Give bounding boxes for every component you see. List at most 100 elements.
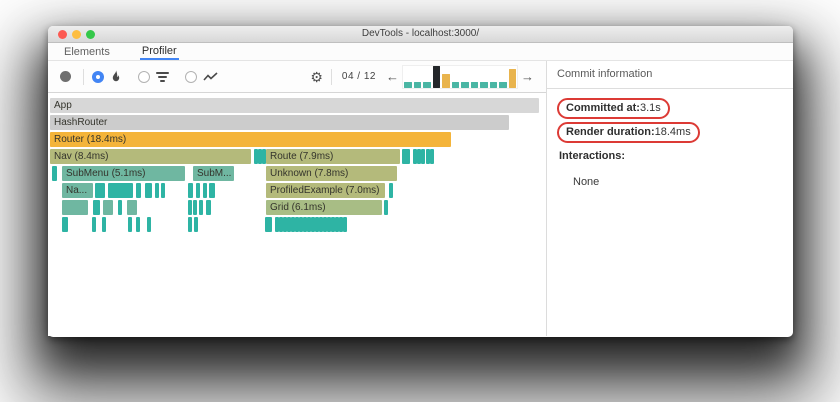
flame-bar[interactable] <box>62 200 88 215</box>
flame-bar[interactable] <box>136 183 141 198</box>
flame-bar[interactable] <box>95 183 105 198</box>
flame-bar[interactable] <box>193 200 197 215</box>
flame-bar-route[interactable]: Route (7.9ms) <box>266 149 400 164</box>
tab-bar: Elements Profiler <box>48 43 793 61</box>
flame-bar[interactable] <box>155 183 159 198</box>
toolbar-divider <box>330 68 332 85</box>
flame-bar[interactable] <box>188 217 192 232</box>
zoom-window-button[interactable] <box>86 30 95 39</box>
commit-counter: 04 / 12 <box>341 71 376 82</box>
flame-chart[interactable]: App HashRouter Router (18.4ms) Nav (8.4ms) R… <box>48 93 546 336</box>
flame-bar[interactable] <box>206 200 211 215</box>
flamechart-mode-option[interactable] <box>92 70 122 83</box>
flame-bar[interactable] <box>203 183 207 198</box>
ranked-radio[interactable] <box>138 70 150 83</box>
flame-bar[interactable] <box>102 217 106 232</box>
flame-bar[interactable] <box>136 217 140 232</box>
traffic-lights <box>58 30 95 39</box>
window-title: DevTools - localhost:3000/ <box>361 28 480 39</box>
interactions-chart-icon <box>203 71 218 82</box>
flame-bar-submenu[interactable]: SubMenu (5.1ms) <box>62 166 185 181</box>
flame-bar[interactable] <box>52 166 57 181</box>
flame-bar-subm[interactable]: SubM... <box>193 166 234 181</box>
flamechart-radio[interactable] <box>92 70 104 83</box>
profiler-toolbar: ⚙ 04 / 12 ← → <box>48 61 546 93</box>
flame-bar[interactable] <box>188 183 193 198</box>
render-duration-annotation: Render duration: 18.4ms <box>557 122 700 143</box>
devtools-window: DevTools - localhost:3000/ Elements Prof… <box>48 26 793 337</box>
flame-bar-app[interactable]: App <box>50 98 539 113</box>
devtools-body: ⚙ 04 / 12 ← → App HashRouter Router (18.4m… <box>48 61 793 336</box>
next-commit-icon[interactable]: → <box>517 69 538 84</box>
previous-commit-icon[interactable]: ← <box>382 69 403 84</box>
flame-bar[interactable] <box>147 217 151 232</box>
flame-bar[interactable] <box>209 183 215 198</box>
flame-bar[interactable] <box>128 217 132 232</box>
profiler-left-pane: ⚙ 04 / 12 ← → App HashRouter Router (18.4m… <box>48 61 546 336</box>
commit-info-title: Commit information <box>547 61 793 89</box>
committed-at-value: 3.1s <box>639 102 661 114</box>
flame-bar-nav[interactable]: Nav (8.4ms) <box>50 149 251 164</box>
render-duration-value: 18.4ms <box>654 126 691 138</box>
flame-bar-profiledexample[interactable]: ProfiledExample (7.0ms) <box>266 183 385 198</box>
flame-bar[interactable] <box>92 217 96 232</box>
interactions-radio[interactable] <box>185 70 197 83</box>
interactions-value: None <box>573 176 600 188</box>
flame-bar[interactable] <box>389 183 393 198</box>
snapshot-strip[interactable] <box>402 64 518 89</box>
render-duration-label: Render duration: <box>566 126 655 138</box>
interactions-label: Interactions: <box>559 150 626 162</box>
interactions-mode-option[interactable] <box>185 70 218 83</box>
flame-bar[interactable] <box>384 200 388 215</box>
flame-bar[interactable] <box>127 200 137 215</box>
snapshot-bar-3[interactable] <box>423 81 431 88</box>
flame-bar[interactable] <box>430 149 434 164</box>
snapshot-bar-5[interactable] <box>442 73 450 88</box>
flame-icon <box>110 70 122 83</box>
committed-at-annotation: Committed at: 3.1s <box>557 98 670 119</box>
snapshot-bar-4[interactable] <box>432 65 440 88</box>
titlebar[interactable]: DevTools - localhost:3000/ <box>48 26 793 43</box>
flame-bar-na[interactable]: Na... <box>62 183 93 198</box>
flame-bar-hashrouter[interactable]: HashRouter <box>50 115 509 130</box>
minimize-window-button[interactable] <box>72 30 81 39</box>
flame-bar[interactable] <box>108 183 133 198</box>
flame-bar[interactable] <box>421 149 425 164</box>
snapshot-bar-12[interactable] <box>508 68 516 88</box>
flame-bar[interactable] <box>103 200 113 215</box>
snapshot-bar-1[interactable] <box>404 81 412 88</box>
flame-bar[interactable] <box>402 149 410 164</box>
close-window-button[interactable] <box>58 30 67 39</box>
snapshot-bar-11[interactable] <box>499 81 507 88</box>
flame-bar[interactable] <box>118 200 122 215</box>
snapshot-bar-9[interactable] <box>480 81 488 88</box>
snapshot-bar-6[interactable] <box>451 81 459 88</box>
ranked-mode-option[interactable] <box>138 70 169 83</box>
flame-bar[interactable] <box>62 217 68 232</box>
screenshot-stage: DevTools - localhost:3000/ Elements Prof… <box>0 0 840 402</box>
flame-bar[interactable] <box>145 183 152 198</box>
flame-bar[interactable] <box>93 200 100 215</box>
flame-bar-unknown[interactable]: Unknown (7.8ms) <box>266 166 397 181</box>
flame-bar[interactable] <box>196 183 200 198</box>
tab-profiler[interactable]: Profiler <box>139 43 179 60</box>
toolbar-divider <box>83 68 84 85</box>
snapshot-bar-10[interactable] <box>489 81 497 88</box>
record-icon[interactable] <box>60 71 71 82</box>
committed-at-label: Committed at: <box>566 102 640 114</box>
flame-bar[interactable] <box>194 217 198 232</box>
flame-bar[interactable] <box>343 217 347 232</box>
gear-icon[interactable]: ⚙ <box>310 70 323 84</box>
ranked-chart-icon <box>156 71 169 82</box>
flame-bar-grid[interactable]: Grid (6.1ms) <box>266 200 382 215</box>
snapshot-bar-7[interactable] <box>461 81 469 88</box>
snapshot-bar-8[interactable] <box>470 81 478 88</box>
commit-info-pane: Commit information Committed at: 3.1s Re… <box>547 61 793 336</box>
flame-bar[interactable] <box>265 217 272 232</box>
tab-elements[interactable]: Elements <box>62 43 112 60</box>
snapshot-bar-2[interactable] <box>413 81 421 88</box>
flame-bar-router[interactable]: Router (18.4ms) <box>50 132 451 147</box>
flame-bar[interactable] <box>199 200 203 215</box>
flame-bar[interactable] <box>161 183 165 198</box>
flame-bar[interactable] <box>188 200 192 215</box>
